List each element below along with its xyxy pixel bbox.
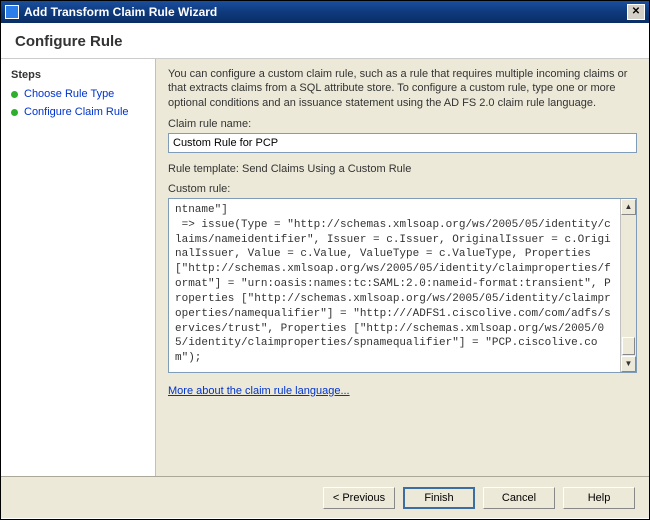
cancel-button[interactable]: Cancel <box>483 487 555 509</box>
step-configure-claim-rule[interactable]: Configure Claim Rule <box>1 103 155 121</box>
custom-rule-label: Custom rule: <box>168 183 637 195</box>
content-pane: You can configure a custom claim rule, s… <box>156 59 649 476</box>
claim-rule-name-input[interactable] <box>168 133 637 153</box>
scroll-thumb[interactable] <box>622 337 635 355</box>
scrollbar[interactable]: ▲ ▼ <box>620 199 636 372</box>
step-label: Configure Claim Rule <box>24 106 129 118</box>
rule-template-text: Rule template: Send Claims Using a Custo… <box>168 163 637 175</box>
step-bullet-icon <box>11 91 18 98</box>
wizard-footer: < Previous Finish Cancel Help <box>1 476 649 518</box>
window-title: Add Transform Claim Rule Wizard <box>24 5 217 19</box>
steps-heading: Steps <box>1 65 155 85</box>
finish-button[interactable]: Finish <box>403 487 475 509</box>
step-bullet-icon <box>11 109 18 116</box>
help-button[interactable]: Help <box>563 487 635 509</box>
scroll-up-icon[interactable]: ▲ <box>621 199 636 215</box>
wizard-header: Configure Rule <box>1 23 649 59</box>
previous-button[interactable]: < Previous <box>323 487 395 509</box>
claim-rule-name-label: Claim rule name: <box>168 118 637 130</box>
more-about-link[interactable]: More about the claim rule language... <box>168 385 350 397</box>
custom-rule-box: ntname"] => issue(Type = "http://schemas… <box>168 198 637 373</box>
page-title: Configure Rule <box>15 33 635 50</box>
intro-text: You can configure a custom claim rule, s… <box>168 67 637 110</box>
app-icon <box>5 5 19 19</box>
scroll-down-icon[interactable]: ▼ <box>621 356 636 372</box>
step-label: Choose Rule Type <box>24 88 114 100</box>
close-icon[interactable]: ✕ <box>627 4 645 20</box>
steps-sidebar: Steps Choose Rule Type Configure Claim R… <box>1 59 156 476</box>
title-bar: Add Transform Claim Rule Wizard ✕ <box>1 1 649 23</box>
custom-rule-textarea[interactable]: ntname"] => issue(Type = "http://schemas… <box>169 199 620 372</box>
step-choose-rule-type[interactable]: Choose Rule Type <box>1 85 155 103</box>
